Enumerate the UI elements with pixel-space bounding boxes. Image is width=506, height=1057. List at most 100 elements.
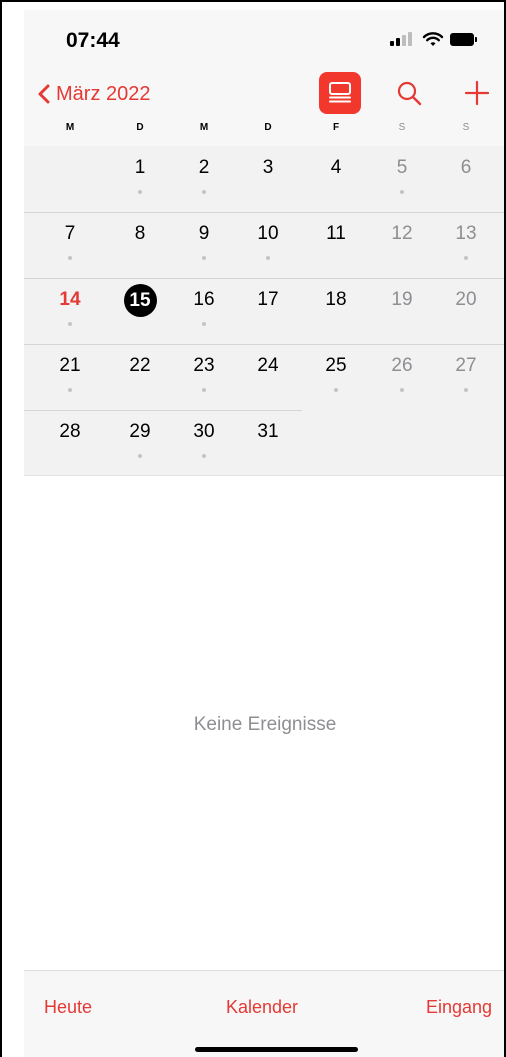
day-cell[interactable]: 18 — [312, 285, 360, 335]
day-cell[interactable]: 29 — [116, 417, 164, 467]
day-cell[interactable]: 6 — [442, 153, 490, 203]
today-button[interactable]: Heute — [44, 997, 92, 1018]
day-cell[interactable]: 7 — [46, 219, 94, 269]
header: 07:44 März 2022 M D M D F S S — [24, 10, 504, 146]
week-separator — [24, 278, 504, 279]
day-number: 30 — [193, 421, 215, 442]
status-icons — [390, 30, 480, 50]
event-indicator-dot — [464, 256, 468, 260]
day-cell[interactable]: 8 — [116, 219, 164, 269]
day-number: 10 — [257, 223, 279, 244]
event-indicator-dot — [68, 388, 72, 392]
event-indicator-dot — [202, 322, 206, 326]
event-indicator-dot — [138, 454, 142, 458]
day-cell[interactable]: 4 — [312, 153, 360, 203]
day-number: 31 — [257, 421, 279, 442]
day-number: 12 — [391, 223, 413, 244]
day-number: 18 — [325, 289, 347, 310]
day-cell[interactable]: 27 — [442, 351, 490, 401]
day-number: 21 — [59, 355, 81, 376]
day-number: 11 — [326, 223, 346, 244]
day-number: 14 — [59, 289, 81, 310]
week-separator — [24, 410, 302, 411]
status-time: 07:44 — [66, 29, 120, 52]
day-cell[interactable]: 13 — [442, 219, 490, 269]
day-number: 3 — [262, 157, 274, 178]
day-number: 16 — [193, 289, 215, 310]
bottom-toolbar: Heute Kalender Eingang — [24, 970, 504, 1057]
day-number: 7 — [64, 223, 76, 244]
event-indicator-dot — [68, 256, 72, 260]
day-number: 4 — [330, 157, 342, 178]
day-cell[interactable]: 28 — [46, 417, 94, 467]
day-number: 29 — [129, 421, 151, 442]
event-indicator-dot — [400, 190, 404, 194]
day-cell[interactable]: 25 — [312, 351, 360, 401]
list-view-button[interactable] — [319, 72, 361, 114]
day-cell[interactable]: 23 — [180, 351, 228, 401]
day-number: 8 — [134, 223, 146, 244]
day-number: 22 — [129, 355, 151, 376]
day-cell[interactable]: 31 — [244, 417, 292, 467]
event-indicator-dot — [400, 388, 404, 392]
day-cell[interactable]: 3 — [244, 153, 292, 203]
day-cell[interactable]: 26 — [378, 351, 426, 401]
week-separator — [24, 344, 504, 345]
day-cell[interactable]: 19 — [378, 285, 426, 335]
weekday-label: M — [65, 122, 75, 133]
add-event-button[interactable] — [460, 76, 494, 110]
day-cell[interactable]: 12 — [378, 219, 426, 269]
day-cell-today[interactable]: 14 — [46, 285, 94, 335]
day-cell[interactable]: 24 — [244, 351, 292, 401]
day-number: 15 — [123, 284, 157, 317]
home-indicator — [195, 1047, 358, 1052]
day-cell[interactable]: 17 — [244, 285, 292, 335]
inbox-button[interactable]: Eingang — [426, 997, 492, 1018]
weekday-label: D — [136, 122, 144, 133]
battery-icon — [450, 33, 477, 46]
no-events-message: Keine Ereignisse — [193, 714, 337, 735]
calendar-app: 07:44 März 2022 M D M D F S S 1 2 3 4 5 … — [24, 10, 504, 1057]
day-number: 27 — [455, 355, 477, 376]
day-number: 6 — [460, 157, 472, 178]
day-number: 25 — [325, 355, 347, 376]
day-number: 13 — [455, 223, 477, 244]
day-cell[interactable]: 20 — [442, 285, 490, 335]
event-indicator-dot — [266, 256, 270, 260]
wifi-icon — [422, 32, 444, 46]
back-to-year-button[interactable]: März 2022 — [38, 80, 151, 108]
signal-icon — [390, 30, 416, 50]
day-cell[interactable]: 5 — [378, 153, 426, 203]
day-number: 9 — [198, 223, 210, 244]
calendar-list-icon — [329, 82, 351, 103]
day-cell[interactable]: 21 — [46, 351, 94, 401]
weekday-label: S — [398, 122, 406, 133]
search-button[interactable] — [392, 76, 426, 110]
calendars-button[interactable]: Kalender — [226, 997, 298, 1018]
day-number: 20 — [455, 289, 477, 310]
day-cell[interactable]: 10 — [244, 219, 292, 269]
event-indicator-dot — [138, 190, 142, 194]
day-cell[interactable]: 22 — [116, 351, 164, 401]
day-number: 24 — [257, 355, 279, 376]
day-cell[interactable]: 9 — [180, 219, 228, 269]
weekday-label: M — [199, 122, 209, 133]
event-indicator-dot — [334, 388, 338, 392]
day-cell[interactable]: 30 — [180, 417, 228, 467]
event-indicator-dot — [202, 454, 206, 458]
month-year-label: März 2022 — [56, 82, 151, 105]
day-number: 19 — [391, 289, 413, 310]
plus-icon — [464, 80, 490, 106]
day-cell[interactable]: 11 — [312, 219, 360, 269]
day-cell[interactable]: 2 — [180, 153, 228, 203]
day-cell[interactable]: 16 — [180, 285, 228, 335]
day-number: 23 — [193, 355, 215, 376]
month-grid: 1 2 3 4 5 6 7 8 9 10 11 12 13 14 15 16 17 18 19 20 21 22 23 24 2… — [24, 146, 504, 476]
day-cell-selected[interactable]: 15 — [116, 284, 164, 335]
day-cell[interactable]: 1 — [116, 153, 164, 203]
day-number: 26 — [391, 355, 413, 376]
day-number: 17 — [257, 289, 279, 310]
day-number: 28 — [59, 421, 81, 442]
grid-bottom-border — [24, 475, 504, 476]
weekday-label: S — [462, 122, 470, 133]
